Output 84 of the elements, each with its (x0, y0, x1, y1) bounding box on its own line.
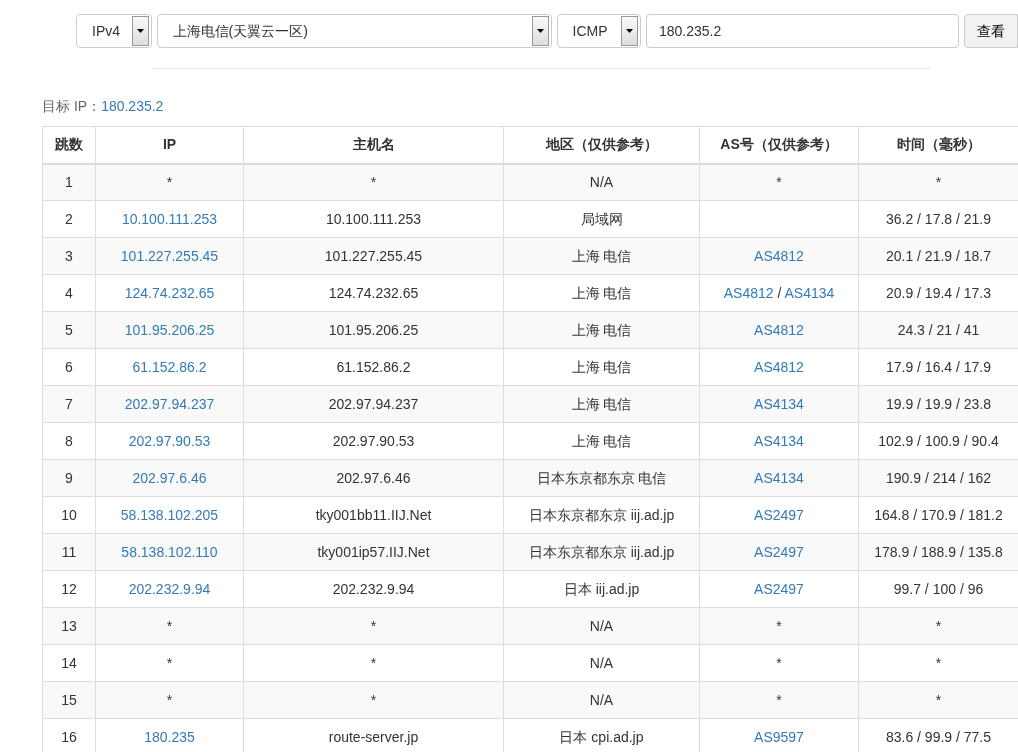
table-cell: 上海 电信 (503, 311, 700, 349)
table-cell: N/A (503, 644, 700, 682)
table-cell: 101.227.255.45 (243, 237, 504, 275)
table-cell: 124.74.232.65 (243, 274, 504, 312)
as-link[interactable]: AS4134 (754, 469, 804, 486)
as-link[interactable]: AS2497 (754, 543, 804, 560)
table-cell: * (95, 163, 244, 201)
table-cell: 1 (42, 163, 96, 201)
column-header: IP (95, 126, 244, 164)
table-cell: 4 (42, 274, 96, 312)
ip-link[interactable]: 180.235 (144, 728, 195, 745)
table-cell: * (699, 163, 859, 201)
table-cell: 202.97.6.46 (243, 459, 504, 497)
table-cell: 8 (42, 422, 96, 460)
table-cell: 16 (42, 718, 96, 752)
table-cell: 上海 电信 (503, 422, 700, 460)
as-link[interactable]: AS4134 (784, 284, 835, 301)
separator-text: / (776, 284, 783, 301)
table-cell: * (95, 681, 244, 719)
column-header: 地区（仅供参考） (503, 126, 700, 164)
table-cell: N/A (503, 607, 700, 645)
table-cell: 202.232.9.94 (243, 570, 504, 608)
table-cell: 7 (42, 385, 96, 423)
node-dropdown[interactable]: 上海电信(天翼云一区) (156, 14, 552, 48)
as-link[interactable]: AS4812 (754, 358, 804, 375)
column-header: 主机名 (243, 126, 504, 164)
table-cell: 日本东京都东京 电信 (503, 459, 700, 497)
table-cell: 202.97.94.237 (243, 385, 504, 423)
table-cell: 上海 电信 (503, 348, 700, 386)
table-cell: 上海 电信 (503, 237, 700, 275)
column-header: AS号（仅供参考） (699, 126, 859, 164)
table-cell: * (699, 681, 859, 719)
table-cell: 9 (42, 459, 96, 497)
table-cell: 5 (42, 311, 96, 349)
table-cell: * (95, 607, 244, 645)
target-ip-link[interactable]: 180.235.2 (101, 98, 164, 114)
protocol-dropdown[interactable]: ICMP (556, 14, 641, 48)
table-cell: * (243, 163, 504, 201)
table-cell: * (95, 644, 244, 682)
table-cell: 61.152.86.2 (243, 348, 504, 386)
table-cell: * (699, 607, 859, 645)
as-link[interactable]: AS2497 (754, 580, 804, 597)
table-cell: * (243, 644, 504, 682)
table-cell: 3 (42, 237, 96, 275)
query-button[interactable]: 查看 (964, 14, 1018, 48)
table-cell: 15 (42, 681, 96, 719)
ip-version-dropdown[interactable]: IPv4 (76, 14, 152, 48)
caret-icon (531, 16, 549, 46)
table-cell: 11 (42, 533, 96, 571)
table-cell: * (699, 644, 859, 682)
table-cell: 6 (42, 348, 96, 386)
table-cell: 局域网 (503, 200, 700, 238)
as-link[interactable]: AS9597 (754, 728, 804, 745)
table-cell: 2 (42, 200, 96, 238)
table-cell: 101.95.206.25 (243, 311, 504, 349)
table-cell: 13 (42, 607, 96, 645)
as-link[interactable]: AS4134 (754, 395, 804, 412)
table-cell: 上海 电信 (503, 385, 700, 423)
table-cell: N/A (503, 681, 700, 719)
table-cell: tky001ip57.IIJ.Net (243, 533, 504, 571)
table-cell: 12 (42, 570, 96, 608)
table-cell: * (243, 607, 504, 645)
table-cell: 日本东京都东京 iij.ad.jp (503, 496, 700, 534)
column-header: 时间（毫秒） (858, 126, 1018, 164)
target-label: 目标 IP： (42, 98, 102, 114)
table-cell: 14 (42, 644, 96, 682)
table-cell: 10 (42, 496, 96, 534)
as-link[interactable]: AS4812 (754, 321, 804, 338)
target-input[interactable]: 180.235.2 (645, 14, 959, 48)
table-cell: 日本东京都东京 iij.ad.jp (503, 533, 700, 571)
table-cell: * (243, 681, 504, 719)
table-cell: 10.100.111.253 (243, 200, 504, 238)
caret-icon (131, 16, 149, 46)
as-link[interactable]: AS4812 (754, 247, 804, 264)
table-cell: 202.97.90.53 (243, 422, 504, 460)
caret-icon (620, 16, 638, 46)
as-link[interactable]: AS4134 (754, 432, 804, 449)
column-header: 跳数 (42, 126, 96, 164)
table-cell: tky001bb11.IIJ.Net (243, 496, 504, 534)
as-link[interactable]: AS4812 (723, 284, 774, 301)
as-link[interactable]: AS2497 (754, 506, 804, 523)
table-cell: 上海 电信 (503, 274, 700, 312)
table-cell: 日本 iij.ad.jp (503, 570, 700, 608)
table-cell: N/A (503, 163, 700, 201)
